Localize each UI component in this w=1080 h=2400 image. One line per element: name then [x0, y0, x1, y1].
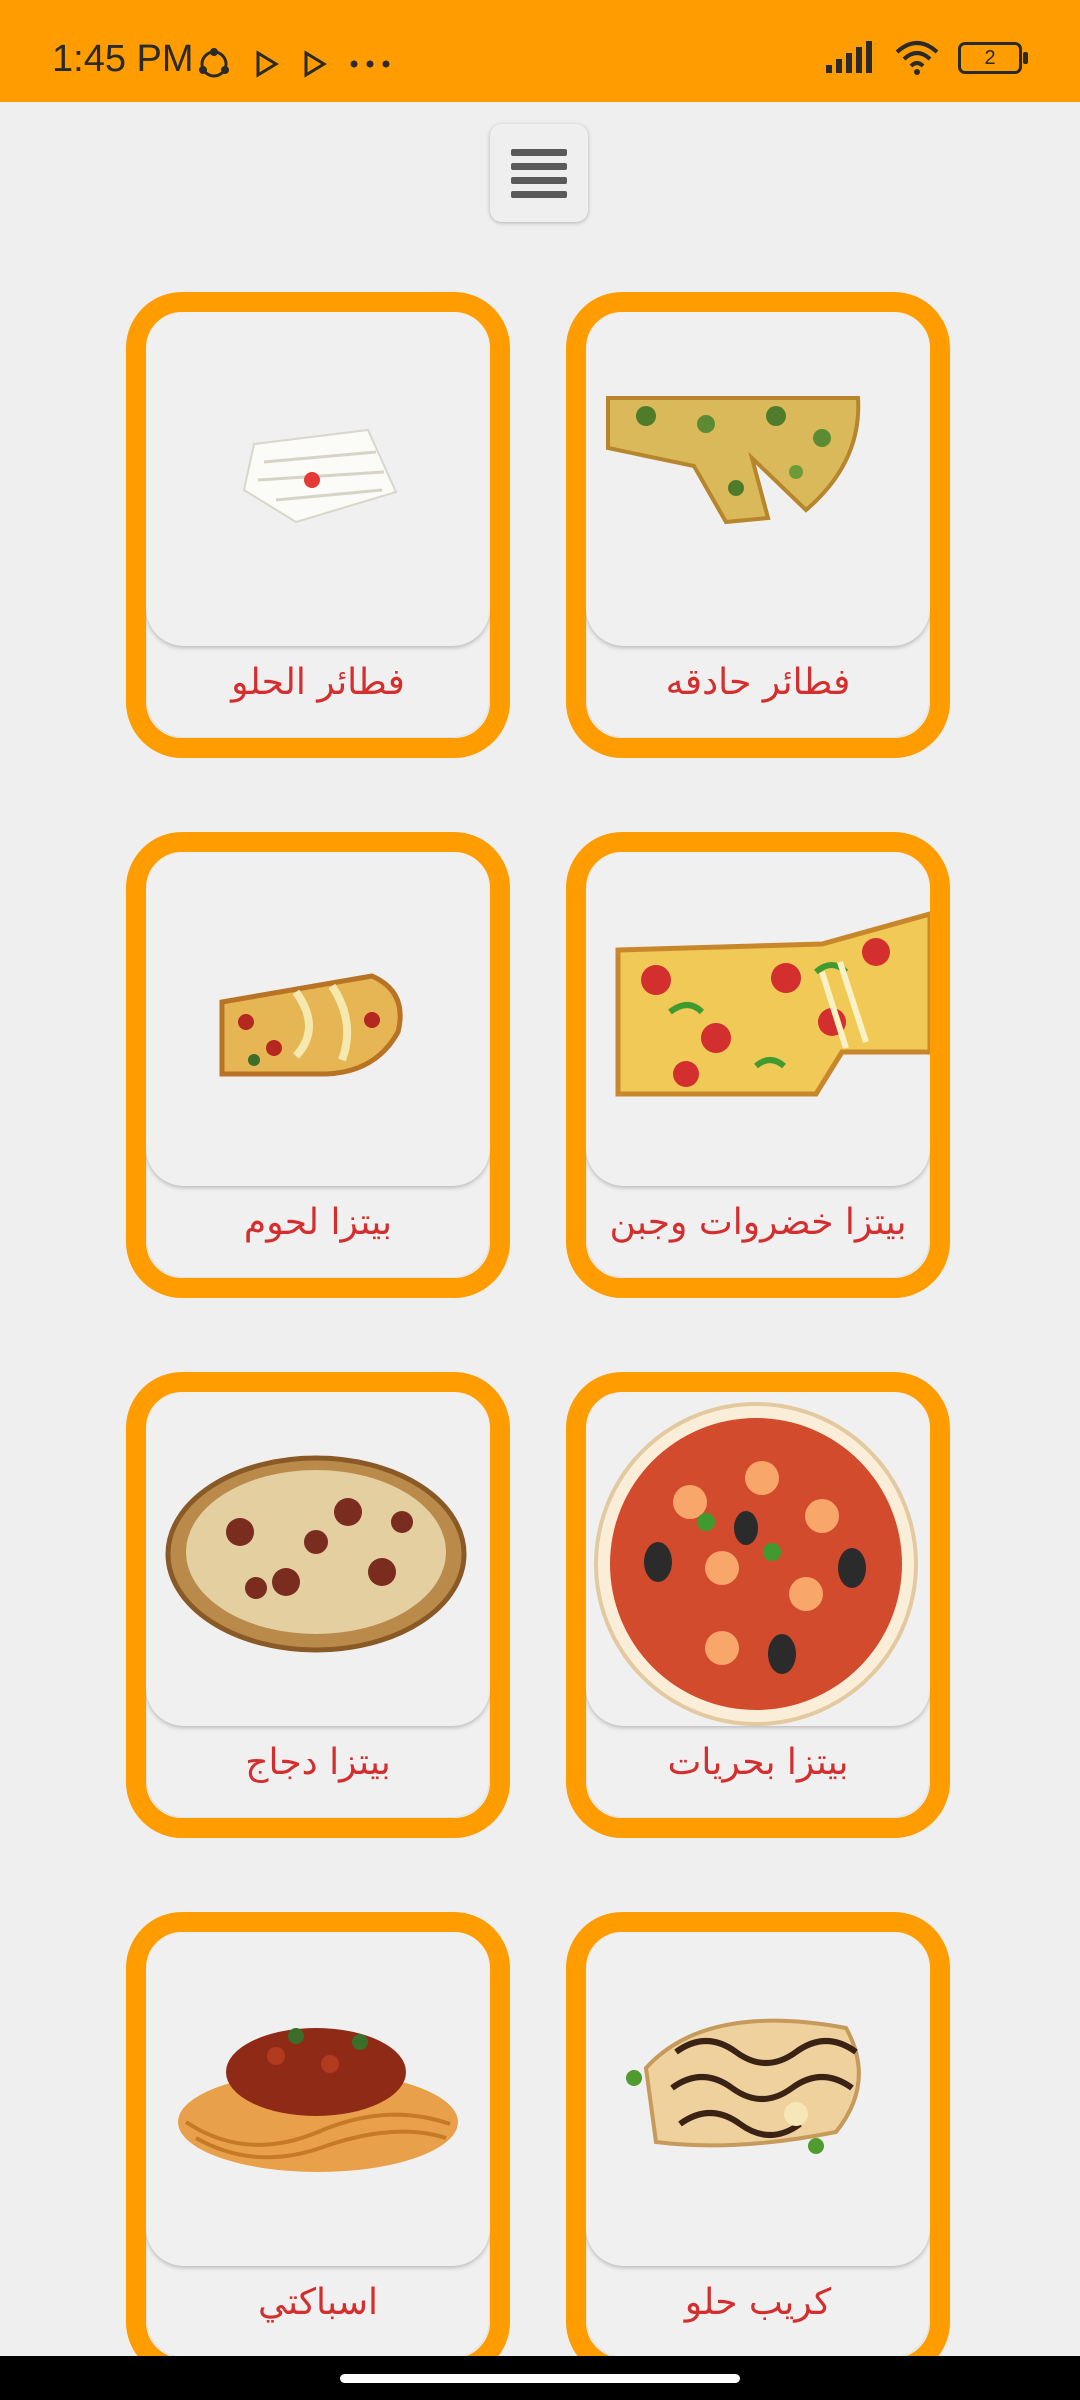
category-image-area: [146, 1392, 490, 1726]
category-label: اسباكتي: [257, 2282, 378, 2323]
category-image-area: [586, 1932, 930, 2266]
category-card-chicken-pizza[interactable]: بيتزا دجاج: [126, 1372, 510, 1838]
status-icons-right: 2: [824, 40, 1028, 76]
signal-icon: [826, 41, 872, 73]
status-icons-left: [194, 46, 392, 82]
category-label: بيتزا خضروات وجبن: [609, 1202, 907, 1243]
category-image-area: [146, 312, 490, 646]
category-card-seafood-pizza[interactable]: بيتزا بحريات: [566, 1372, 950, 1838]
category-card-sweet-pies[interactable]: فطائر الحلو: [126, 292, 510, 758]
status-bar: 1:45 PM 2: [0, 0, 1080, 102]
category-label: بيتزا لحوم: [243, 1202, 393, 1243]
seafood-pizza-image: [594, 1402, 918, 1726]
category-label: فطائر حادقه: [665, 662, 851, 703]
category-card-savory-pies[interactable]: فطائر حادقه: [566, 292, 950, 758]
more-icon: [350, 60, 390, 68]
hamburger-menu-icon: [511, 148, 567, 156]
category-card-veggie-cheese-pizza[interactable]: بيتزا خضروات وجبن: [566, 832, 950, 1298]
spaghetti-image: [178, 2028, 458, 2172]
category-label: فطائر الحلو: [231, 662, 405, 703]
meat-pizza-image: [219, 973, 403, 1077]
home-gesture-handle[interactable]: [340, 2374, 740, 2383]
category-card-spaghetti[interactable]: اسباكتي: [126, 1912, 510, 2378]
category-image-area: [586, 1392, 930, 1726]
savory-pie-image: [606, 396, 861, 525]
sync-icon: [199, 48, 229, 78]
veggie-cheese-pizza-image: [615, 911, 930, 1097]
category-image-area: [586, 312, 930, 646]
battery-icon: 2: [958, 42, 1028, 74]
category-card-sweet-crepe[interactable]: كريب حلو: [566, 1912, 950, 2378]
sweet-pie-image: [242, 428, 398, 524]
play-icon: [256, 50, 279, 78]
hamburger-menu-button[interactable]: [490, 124, 588, 222]
system-navigation-bar: [0, 2356, 1080, 2400]
category-image-area: [586, 852, 930, 1186]
wifi-icon: [895, 41, 939, 75]
status-time: 1:45 PM: [52, 38, 194, 80]
play-icon: [304, 50, 327, 78]
category-card-meat-pizza[interactable]: بيتزا لحوم: [126, 832, 510, 1298]
category-label: بيتزا دجاج: [245, 1742, 391, 1783]
category-image-area: [146, 1932, 490, 2266]
sweet-crepe-image: [626, 2018, 861, 2154]
category-image-area: [146, 852, 490, 1186]
chicken-pizza-image: [165, 1455, 467, 1653]
category-label: بيتزا بحريات: [667, 1742, 849, 1783]
category-label: كريب حلو: [684, 2282, 832, 2323]
